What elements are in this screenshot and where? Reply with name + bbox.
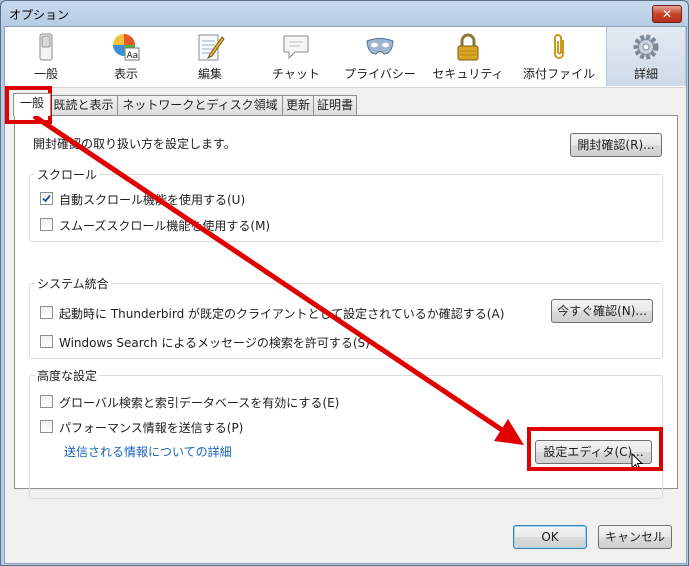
annotation-arrow [32, 113, 524, 445]
tab-general[interactable]: 一般 [13, 93, 51, 116]
